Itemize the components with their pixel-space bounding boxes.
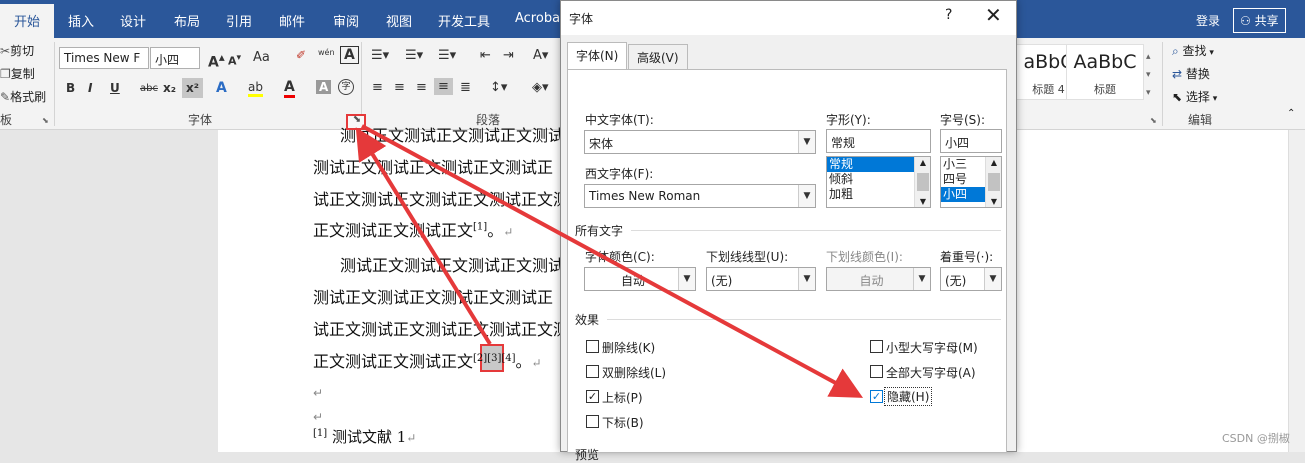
arrow-to-launcher xyxy=(355,127,492,346)
watermark: CSDN @捌椒 xyxy=(1222,432,1290,445)
annotation-arrows xyxy=(355,124,864,398)
hidden-citations: [2][3][4] xyxy=(473,352,516,364)
